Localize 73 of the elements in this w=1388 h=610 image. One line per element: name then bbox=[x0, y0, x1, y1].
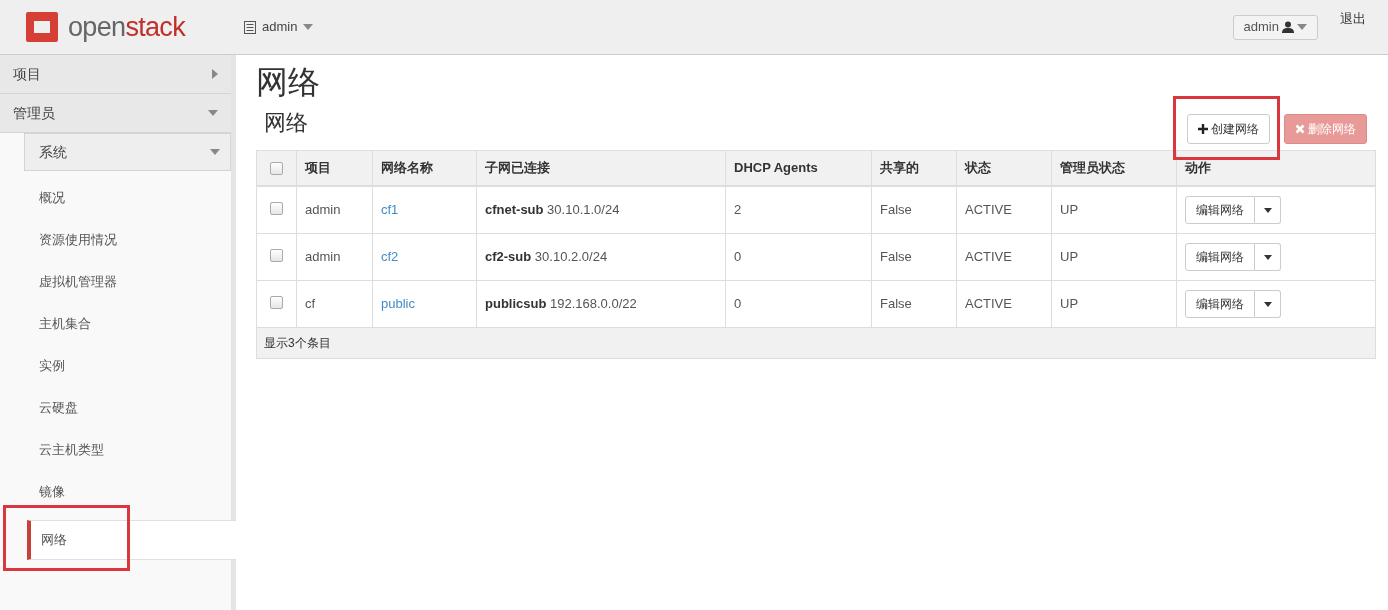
checkbox[interactable] bbox=[270, 249, 283, 263]
table-cell-text: publicsub 192.168.0.0/22 bbox=[485, 295, 637, 314]
column-header: 共享的 bbox=[880, 159, 919, 178]
column-header: 状态 bbox=[965, 159, 991, 178]
caret-right-icon bbox=[212, 69, 218, 79]
item-count: 显示3个条目 bbox=[264, 335, 331, 353]
logo-text: openstack bbox=[68, 11, 186, 42]
table-cell-text: 0 bbox=[734, 295, 742, 314]
checkbox[interactable] bbox=[270, 202, 283, 216]
close-icon bbox=[1295, 124, 1305, 135]
sidebar-item[interactable]: 概况 bbox=[27, 178, 236, 218]
sidebar-item[interactable]: 资源使用情况 bbox=[27, 220, 236, 260]
table-cell-text: ACTIVE bbox=[965, 295, 1012, 314]
dropdown-toggle[interactable] bbox=[1255, 290, 1281, 319]
sidebar-group[interactable]: 系统 bbox=[24, 133, 231, 171]
create-button[interactable]: 创建网络 bbox=[1187, 114, 1270, 145]
logo[interactable]: openstack bbox=[24, 10, 234, 44]
sidebar-item[interactable]: 镜像 bbox=[27, 472, 236, 512]
checkbox[interactable] bbox=[270, 161, 283, 175]
checkbox[interactable] bbox=[270, 296, 283, 310]
column-header: 网络名称 bbox=[381, 159, 433, 178]
project-menu[interactable]: admin bbox=[244, 17, 314, 37]
edit-network-button[interactable]: 编辑网络 bbox=[1185, 196, 1255, 225]
sidebar-item[interactable]: 主机集合 bbox=[27, 304, 236, 344]
table-cell-text: 2 bbox=[734, 201, 742, 220]
table-cell-text: UP bbox=[1060, 295, 1079, 314]
sidebar-item[interactable]: 云硬盘 bbox=[27, 388, 236, 428]
edit-network-button[interactable]: 编辑网络 bbox=[1185, 243, 1255, 272]
logout-link[interactable]: 退出 bbox=[1340, 9, 1366, 29]
table-cell-text: admin bbox=[305, 201, 341, 220]
column-header: DHCP Agents bbox=[734, 159, 818, 178]
caret-down-icon bbox=[1263, 254, 1272, 260]
network-link[interactable]: cf2 bbox=[381, 247, 399, 267]
table-cell-text: UP bbox=[1060, 201, 1079, 220]
table-cell-text: False bbox=[880, 201, 912, 220]
caret-down-icon bbox=[303, 24, 314, 30]
sidebar-item[interactable]: 网络 bbox=[27, 520, 236, 560]
network-link[interactable]: cf1 bbox=[381, 200, 399, 220]
user-menu[interactable]: admin bbox=[1232, 14, 1318, 40]
network-link[interactable]: public bbox=[381, 294, 415, 314]
table-title: 网络 bbox=[264, 112, 308, 135]
logo-icon bbox=[24, 10, 60, 44]
sidebar-item[interactable]: 虚拟机管理器 bbox=[27, 262, 236, 302]
table-cell-text: admin bbox=[305, 248, 341, 267]
table-cell-text: False bbox=[880, 248, 912, 267]
plus-icon bbox=[1198, 124, 1208, 135]
page-title: 网络 bbox=[256, 65, 320, 101]
table-cell-text: cf2-sub 30.10.2.0/24 bbox=[485, 248, 608, 267]
caret-down-icon bbox=[1297, 24, 1307, 30]
table-cell-text: ACTIVE bbox=[965, 201, 1012, 220]
table-cell-text: cf bbox=[305, 295, 316, 314]
caret-down-icon bbox=[1263, 301, 1272, 307]
caret-down-icon bbox=[210, 149, 220, 155]
user-icon bbox=[1282, 21, 1294, 33]
table-cell-text: ACTIVE bbox=[965, 248, 1012, 267]
sidebar-item[interactable]: 云主机类型 bbox=[27, 430, 236, 470]
table-cell-text: cfnet-sub 30.10.1.0/24 bbox=[485, 201, 620, 220]
caret-down-icon bbox=[208, 110, 218, 116]
column-header: 管理员状态 bbox=[1060, 159, 1125, 178]
edit-network-button[interactable]: 编辑网络 bbox=[1185, 290, 1255, 319]
caret-down-icon bbox=[1263, 207, 1272, 213]
column-header: 子网已连接 bbox=[485, 159, 550, 178]
dropdown-toggle[interactable] bbox=[1255, 243, 1281, 272]
column-header: 项目 bbox=[305, 159, 331, 178]
sidebar-section[interactable]: 管理员 bbox=[0, 94, 231, 133]
table-cell-text: 0 bbox=[734, 248, 742, 267]
sidebar-item[interactable]: 实例 bbox=[27, 346, 236, 386]
table-cell-text: UP bbox=[1060, 248, 1079, 267]
list-icon bbox=[244, 20, 256, 34]
table-cell-text: False bbox=[880, 295, 912, 314]
sidebar-section[interactable]: 项目 bbox=[0, 55, 231, 94]
dropdown-toggle[interactable] bbox=[1255, 196, 1281, 225]
column-header: 动作 bbox=[1185, 159, 1211, 178]
